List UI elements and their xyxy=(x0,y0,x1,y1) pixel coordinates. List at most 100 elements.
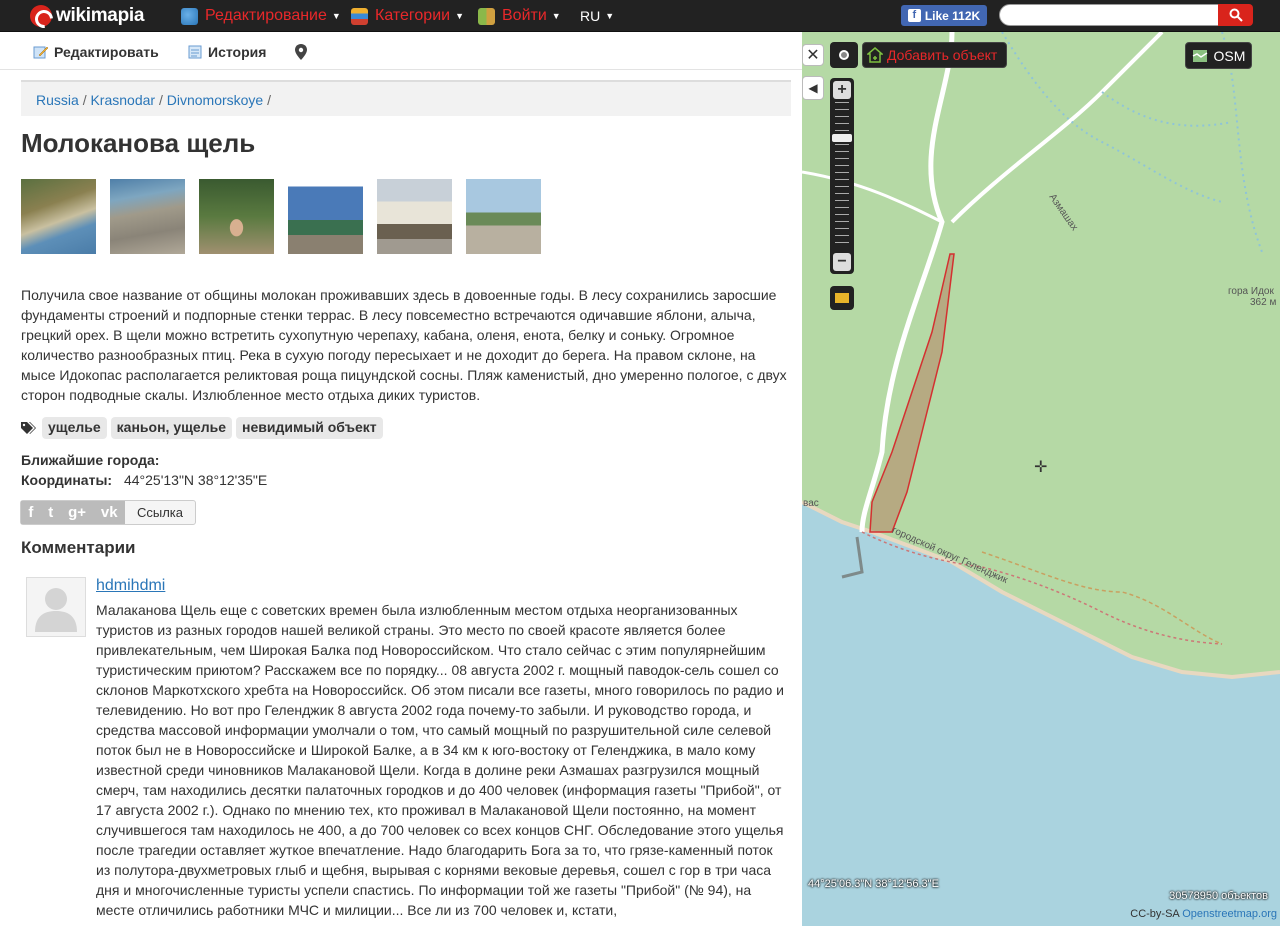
add-object-button[interactable]: Добавить объект xyxy=(862,42,1007,68)
comment-text: Малаканова Щель еще с советских времен б… xyxy=(96,602,785,918)
place-description: Получила свое название от общины молокан… xyxy=(21,287,787,403)
map-view[interactable]: гора Идок 362 м Азмашах городской округ … xyxy=(802,32,1280,926)
crosshair-cursor-icon: ✛ xyxy=(1034,459,1048,476)
map-layer-button[interactable]: OSM xyxy=(1185,42,1252,69)
breadcrumb-krasnodar[interactable]: Krasnodar xyxy=(90,92,155,108)
place-info-panel: Редактировать История Russia / Krasnodar… xyxy=(0,32,802,926)
language-selector[interactable]: RU ▼ xyxy=(580,0,614,32)
tag-icon xyxy=(21,421,36,434)
search-button[interactable] xyxy=(1218,4,1253,26)
share-bar: f t g+ vk Ссылка xyxy=(20,500,196,525)
comment-author-link[interactable]: hdmihdmi xyxy=(96,577,165,595)
tag-item[interactable]: каньон, ущелье xyxy=(110,417,232,439)
page-title: Молоканова щель xyxy=(21,128,256,158)
nav-edit-label: Редактирование xyxy=(205,7,327,24)
location-dot-button[interactable] xyxy=(830,42,858,68)
location-pin-button[interactable] xyxy=(295,44,307,60)
cursor-coordinates: 44°25'06.3"N 38°12'56.3"E xyxy=(808,878,939,890)
collapse-panel-button[interactable]: ◀ xyxy=(802,76,824,100)
breadcrumb-separator: / xyxy=(267,92,271,108)
attribution-license: CC-by-SA xyxy=(1130,908,1180,920)
nav-login-label: Войти xyxy=(502,7,547,24)
add-place-icon xyxy=(867,47,883,63)
zoom-in-button[interactable]: + xyxy=(833,81,851,99)
place-toolbar: Редактировать История xyxy=(0,32,802,70)
breadcrumb-separator: / xyxy=(82,92,87,108)
history-icon xyxy=(188,45,202,59)
google-plus-share-icon[interactable]: g+ xyxy=(68,504,86,521)
facebook-share-icon[interactable]: f xyxy=(28,504,33,521)
object-count: 30578950 объектов xyxy=(1169,890,1268,902)
chevron-down-icon: ▼ xyxy=(605,11,615,21)
nav-login-menu[interactable]: Войти ▼ xyxy=(478,0,561,32)
logo-text: wikimapia xyxy=(56,5,145,26)
user-silhouette-icon xyxy=(27,578,85,636)
logo-icon xyxy=(30,5,52,27)
photo-thumbnail[interactable] xyxy=(466,179,541,254)
photo-thumbnail[interactable] xyxy=(110,179,185,254)
avatar[interactable] xyxy=(26,577,86,637)
ruler-icon xyxy=(835,293,849,303)
map-layer-label: OSM xyxy=(1213,47,1246,64)
add-object-label: Добавить объект xyxy=(887,47,998,63)
map-label-mountain: гора Идок xyxy=(1228,286,1274,297)
search-icon xyxy=(1229,8,1243,22)
copy-link-button[interactable]: Ссылка xyxy=(125,501,195,524)
chevron-down-icon: ▼ xyxy=(455,11,464,21)
comments-heading: Комментарии xyxy=(21,538,136,557)
login-icon xyxy=(478,7,495,25)
nav-edit-menu[interactable]: Редактирование ▼ xyxy=(181,0,341,32)
tag-item[interactable]: невидимый объект xyxy=(236,417,383,439)
coordinates-label: Координаты: xyxy=(21,472,113,488)
record-dot-icon xyxy=(839,50,849,60)
facebook-like-button[interactable]: f Like 112K xyxy=(901,5,987,26)
zoom-slider-track[interactable] xyxy=(835,102,849,248)
categories-icon xyxy=(351,7,368,25)
zoom-slider-handle[interactable] xyxy=(832,134,852,142)
map-layer-icon xyxy=(1192,49,1207,62)
breadcrumb-divnomorskoye[interactable]: Divnomorskoye xyxy=(167,92,263,108)
nearest-cities-label: Ближайшие города: xyxy=(21,452,160,468)
facebook-icon: f xyxy=(907,9,921,22)
chevron-down-icon: ▼ xyxy=(331,11,341,21)
ruler-button[interactable] xyxy=(830,286,854,310)
coordinates-row: Координаты: 44°25'13"N 38°12'35"E xyxy=(21,472,267,488)
nav-categories-menu[interactable]: Категории ▼ xyxy=(351,0,464,32)
top-bar: wikimapia Редактирование ▼ Категории ▼ В… xyxy=(0,0,1280,32)
wikimapia-logo[interactable]: wikimapia xyxy=(30,5,144,27)
edit-button[interactable]: Редактировать xyxy=(33,44,159,60)
map-label-left: вас xyxy=(803,498,819,509)
share-icons: f t g+ vk xyxy=(21,501,125,524)
photo-thumbnail[interactable] xyxy=(377,179,452,254)
map-background xyxy=(802,32,1280,926)
fb-like-label: Like 112K xyxy=(924,8,981,23)
openstreetmap-link[interactable]: Openstreetmap.org xyxy=(1182,908,1277,920)
breadcrumb: Russia / Krasnodar / Divnomorskoye / xyxy=(21,80,791,116)
map-pin-icon xyxy=(295,44,307,60)
history-button[interactable]: История xyxy=(187,44,266,60)
pencil-icon xyxy=(33,46,49,59)
globe-edit-icon xyxy=(181,7,198,25)
close-panel-button[interactable]: ✕ xyxy=(802,44,824,66)
tag-list: ущелье каньон, ущелье невидимый объект xyxy=(21,417,383,439)
photo-thumbnail[interactable] xyxy=(21,179,96,254)
coordinates-value: 44°25'13"N 38°12'35"E xyxy=(123,472,268,488)
photo-thumbnail[interactable] xyxy=(199,179,274,254)
language-label: RU xyxy=(580,8,601,24)
tag-item[interactable]: ущелье xyxy=(42,417,107,439)
breadcrumb-russia[interactable]: Russia xyxy=(36,92,79,108)
map-attribution: CC-by-SA Openstreetmap.org xyxy=(1130,908,1277,920)
vk-share-icon[interactable]: vk xyxy=(101,504,118,521)
photo-thumbnail[interactable] xyxy=(288,179,363,254)
chevron-down-icon: ▼ xyxy=(551,11,561,21)
nav-categories-label: Категории xyxy=(375,7,451,24)
search-input[interactable] xyxy=(999,4,1219,26)
breadcrumb-separator: / xyxy=(158,92,163,108)
edit-label: Редактировать xyxy=(54,44,159,60)
zoom-out-button[interactable]: − xyxy=(833,253,851,271)
twitter-share-icon[interactable]: t xyxy=(48,504,53,521)
map-label-height: 362 м xyxy=(1250,297,1277,308)
history-label: История xyxy=(208,44,267,60)
zoom-control: + − xyxy=(830,78,854,274)
photo-gallery xyxy=(21,179,541,254)
